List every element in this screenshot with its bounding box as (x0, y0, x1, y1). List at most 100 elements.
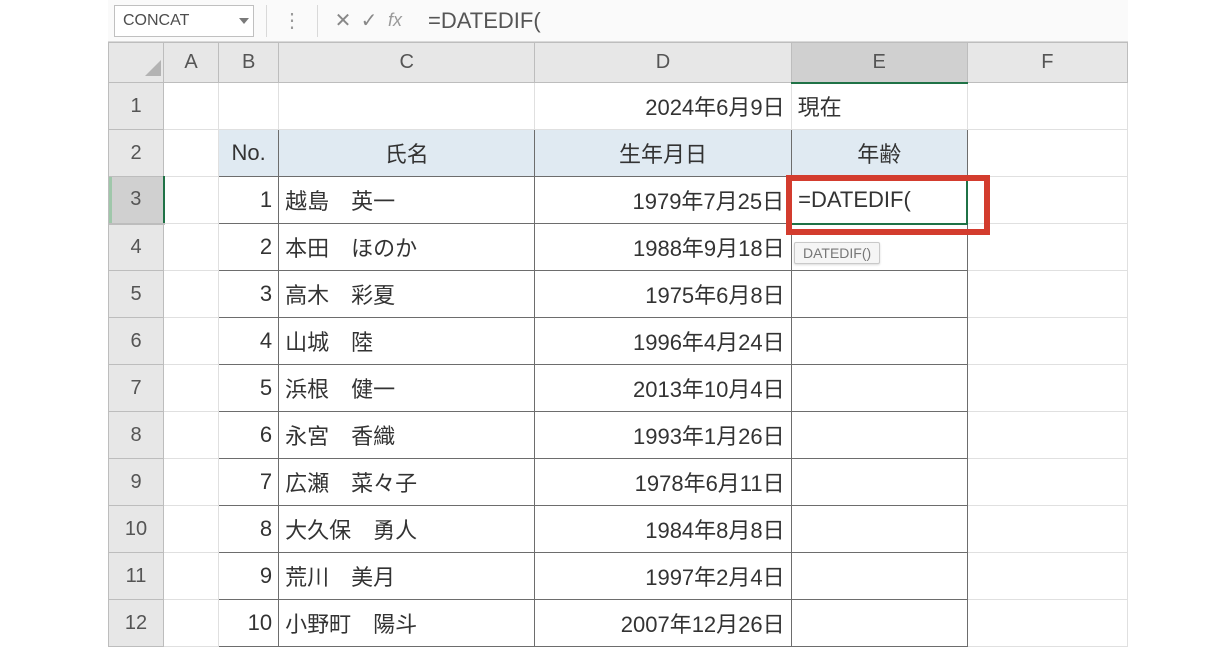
cell-D7[interactable]: 2013年10月4日 (535, 365, 791, 412)
cell-E8[interactable] (791, 412, 967, 459)
cell-A9[interactable] (164, 459, 219, 506)
cell-F7[interactable] (967, 365, 1127, 412)
enter-icon[interactable]: ✓ (356, 8, 382, 33)
cell-D1[interactable]: 2024年6月9日 (535, 83, 791, 130)
cell-C12[interactable]: 小野町 陽斗 (279, 600, 535, 647)
cell-D12[interactable]: 2007年12月26日 (535, 600, 791, 647)
row-header-7[interactable]: 7 (109, 365, 164, 412)
col-header-E[interactable]: E (791, 43, 967, 83)
cell-D11[interactable]: 1997年2月4日 (535, 553, 791, 600)
cell-F1[interactable] (967, 83, 1127, 130)
chevron-down-icon[interactable] (239, 18, 249, 24)
col-header-B[interactable]: B (219, 43, 279, 83)
cell-A10[interactable] (164, 506, 219, 553)
cell-F9[interactable] (967, 459, 1127, 506)
cell-A1[interactable] (164, 83, 219, 130)
cell-B4[interactable]: 2 (219, 224, 279, 271)
cell-B5[interactable]: 3 (219, 271, 279, 318)
cell-D8[interactable]: 1993年1月26日 (535, 412, 791, 459)
cell-D9[interactable]: 1978年6月11日 (535, 459, 791, 506)
cell-C9[interactable]: 広瀬 菜々子 (279, 459, 535, 506)
cell-D2[interactable]: 生年月日 (535, 130, 791, 177)
cell-B12[interactable]: 10 (219, 600, 279, 647)
row-header-9[interactable]: 9 (109, 459, 164, 506)
cell-A5[interactable] (164, 271, 219, 318)
cancel-icon[interactable]: ✕ (330, 8, 356, 33)
cell-A2[interactable] (164, 130, 219, 177)
cell-D3[interactable]: 1979年7月25日 (535, 177, 791, 224)
cell-F10[interactable] (967, 506, 1127, 553)
cell-D5[interactable]: 1975年6月8日 (535, 271, 791, 318)
cell-C5[interactable]: 高木 彩夏 (279, 271, 535, 318)
cell-B10[interactable]: 8 (219, 506, 279, 553)
cell-E12[interactable] (791, 600, 967, 647)
cell-B2[interactable]: No. (219, 130, 279, 177)
cell-B11[interactable]: 9 (219, 553, 279, 600)
cell-C1[interactable] (279, 83, 535, 130)
cell-E2[interactable]: 年齢 (791, 130, 967, 177)
cell-C6[interactable]: 山城 陸 (279, 318, 535, 365)
cell-F8[interactable] (967, 412, 1127, 459)
col-header-A[interactable]: A (164, 43, 219, 83)
name-box-value: CONCAT (123, 12, 189, 30)
cell-A6[interactable] (164, 318, 219, 365)
row-header-6[interactable]: 6 (109, 318, 164, 365)
cell-F11[interactable] (967, 553, 1127, 600)
row-header-1[interactable]: 1 (109, 83, 164, 130)
row-header-3[interactable]: 3 (109, 177, 164, 224)
cell-C2[interactable]: 氏名 (279, 130, 535, 177)
cell-D10[interactable]: 1984年8月8日 (535, 506, 791, 553)
cell-E1[interactable]: 現在 (791, 83, 967, 130)
cell-F4[interactable] (967, 224, 1127, 271)
cell-F3[interactable] (967, 177, 1127, 224)
row-header-10[interactable]: 10 (109, 506, 164, 553)
cell-E6[interactable] (791, 318, 967, 365)
cell-B7[interactable]: 5 (219, 365, 279, 412)
cell-C4[interactable]: 本田 ほのか (279, 224, 535, 271)
select-all-corner[interactable] (109, 43, 164, 83)
cell-C3[interactable]: 越島 英一 (279, 177, 535, 224)
cell-A12[interactable] (164, 600, 219, 647)
row-header-11[interactable]: 11 (109, 553, 164, 600)
cell-B3[interactable]: 1 (219, 177, 279, 224)
cell-C8[interactable]: 永宮 香織 (279, 412, 535, 459)
name-box[interactable]: CONCAT (114, 5, 254, 37)
col-header-F[interactable]: F (967, 43, 1127, 83)
cell-F5[interactable] (967, 271, 1127, 318)
formula-input[interactable] (408, 5, 1128, 37)
cell-E5[interactable] (791, 271, 967, 318)
col-header-D[interactable]: D (535, 43, 791, 83)
row-header-8[interactable]: 8 (109, 412, 164, 459)
cell-D6[interactable]: 1996年4月24日 (535, 318, 791, 365)
cell-E9[interactable] (791, 459, 967, 506)
row-header-12[interactable]: 12 (109, 600, 164, 647)
row-header-2[interactable]: 2 (109, 130, 164, 177)
cell-F2[interactable] (967, 130, 1127, 177)
col-header-C[interactable]: C (279, 43, 535, 83)
more-icon[interactable]: ⋮ (279, 8, 305, 33)
row-header-4[interactable]: 4 (109, 224, 164, 271)
separator (266, 5, 267, 37)
cell-A8[interactable] (164, 412, 219, 459)
cell-F12[interactable] (967, 600, 1127, 647)
cell-A4[interactable] (164, 224, 219, 271)
row-header-5[interactable]: 5 (109, 271, 164, 318)
spreadsheet-grid[interactable]: A B C D E F 1 2024年6月9日 現在 2 No. 氏名 (108, 42, 1128, 647)
cell-C7[interactable]: 浜根 健一 (279, 365, 535, 412)
cell-E3[interactable]: =DATEDIF( (791, 177, 967, 224)
cell-F6[interactable] (967, 318, 1127, 365)
cell-E10[interactable] (791, 506, 967, 553)
cell-B6[interactable]: 4 (219, 318, 279, 365)
cell-D4[interactable]: 1988年9月18日 (535, 224, 791, 271)
cell-B8[interactable]: 6 (219, 412, 279, 459)
cell-A3[interactable] (164, 177, 219, 224)
cell-A11[interactable] (164, 553, 219, 600)
cell-C10[interactable]: 大久保 勇人 (279, 506, 535, 553)
cell-E11[interactable] (791, 553, 967, 600)
cell-E7[interactable] (791, 365, 967, 412)
cell-B9[interactable]: 7 (219, 459, 279, 506)
cell-C11[interactable]: 荒川 美月 (279, 553, 535, 600)
cell-B1[interactable] (219, 83, 279, 130)
fx-icon[interactable]: fx (382, 10, 408, 31)
cell-A7[interactable] (164, 365, 219, 412)
